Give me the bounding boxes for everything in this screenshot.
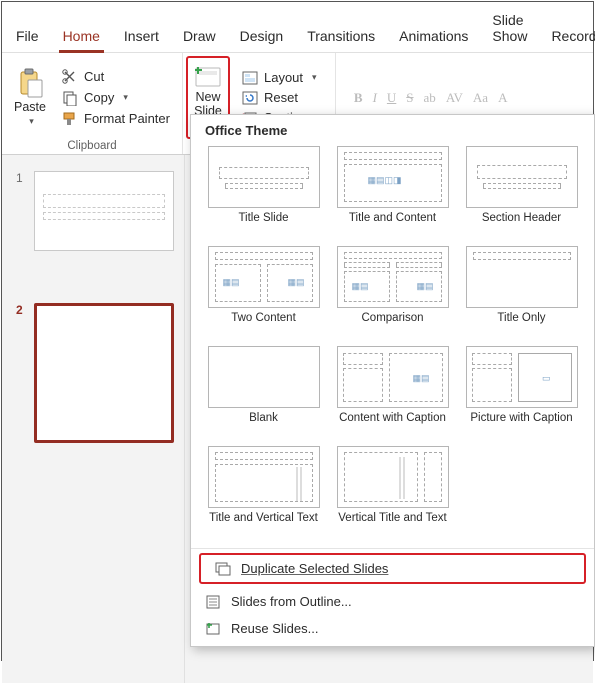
- layout-vtitle-text[interactable]: [337, 446, 449, 508]
- underline-button[interactable]: U: [387, 90, 396, 106]
- chevron-down-icon: ▾: [312, 72, 317, 83]
- layout-label: Title Only: [497, 312, 545, 340]
- menu-draw[interactable]: Draw: [171, 22, 228, 52]
- copy-button[interactable]: Copy ▾: [56, 88, 176, 108]
- group-label-clipboard: Clipboard: [8, 139, 176, 154]
- chevron-down-icon: ▾: [123, 92, 128, 103]
- menu-transitions[interactable]: Transitions: [295, 22, 387, 52]
- thumb-preview: [34, 171, 174, 251]
- layout-picture-caption[interactable]: ▭: [466, 346, 578, 408]
- menu-design[interactable]: Design: [228, 22, 296, 52]
- layout-button[interactable]: Layout ▾: [236, 68, 327, 87]
- menu-animations[interactable]: Animations: [387, 22, 480, 52]
- slide-thumbnails: 1 2: [2, 155, 185, 683]
- paste-label: Paste: [14, 100, 46, 114]
- shadow-button[interactable]: ab: [424, 90, 436, 106]
- menubar: File Home Insert Draw Design Transitions…: [2, 2, 593, 53]
- reuse-slides-action[interactable]: Reuse Slides...: [191, 615, 594, 646]
- layout-icon: [242, 71, 258, 85]
- change-case-button[interactable]: Aa: [473, 90, 488, 106]
- format-painter-label: Format Painter: [84, 111, 170, 126]
- paste-icon: [17, 68, 43, 98]
- reset-label: Reset: [264, 90, 298, 105]
- layout-label: Comparison: [362, 312, 424, 340]
- layout-label: Two Content: [231, 312, 296, 340]
- layout-grid: Title Slide ▦▤◫◨ Title and Content Secti…: [191, 142, 594, 540]
- layout-two-content[interactable]: ▦▤ ▦▤: [208, 246, 320, 308]
- new-slide-flyout: Office Theme Title Slide ▦▤◫◨ Title and …: [190, 114, 595, 647]
- copy-icon: [62, 90, 78, 106]
- layout-label: Title and Vertical Text: [209, 512, 318, 540]
- layout-label: Section Header: [482, 212, 561, 240]
- menu-record[interactable]: Record: [539, 22, 595, 52]
- cut-label: Cut: [84, 69, 104, 84]
- layout-label: Title and Content: [349, 212, 436, 240]
- menu-slideshow[interactable]: Slide Show: [480, 6, 539, 52]
- outline-label: Slides from Outline...: [231, 594, 352, 609]
- layout-title-vtext[interactable]: [208, 446, 320, 508]
- chevron-down-icon: ▾: [29, 114, 34, 128]
- reuse-label: Reuse Slides...: [231, 621, 318, 636]
- paintbrush-icon: [62, 111, 78, 127]
- scissors-icon: [62, 69, 78, 85]
- char-spacing-button[interactable]: AV: [446, 90, 463, 106]
- reuse-icon: [205, 622, 221, 636]
- layout-content-caption[interactable]: ▦▤: [337, 346, 449, 408]
- layout-section-header[interactable]: [466, 146, 578, 208]
- layout-comparison[interactable]: ▦▤ ▦▤: [337, 246, 449, 308]
- strike-button[interactable]: S: [406, 90, 413, 106]
- slide-thumb-2[interactable]: 2: [2, 297, 184, 449]
- layout-label: Title Slide: [238, 212, 288, 240]
- format-painter-button[interactable]: Format Painter: [56, 109, 176, 129]
- paste-button[interactable]: Paste ▾: [8, 56, 52, 139]
- italic-button[interactable]: I: [373, 90, 377, 106]
- duplicate-icon: [215, 562, 231, 576]
- cut-button[interactable]: Cut: [56, 67, 176, 87]
- reset-button[interactable]: Reset: [236, 88, 327, 107]
- layout-title-slide[interactable]: [208, 146, 320, 208]
- thumb-number: 2: [16, 303, 26, 317]
- bold-button[interactable]: B: [354, 90, 363, 106]
- font-color-button[interactable]: A: [498, 90, 507, 106]
- duplicate-slides-action[interactable]: Duplicate Selected Slides: [201, 555, 584, 582]
- new-slide-icon: [194, 64, 222, 88]
- menu-insert[interactable]: Insert: [112, 22, 171, 52]
- slides-from-outline-action[interactable]: Slides from Outline...: [191, 588, 594, 615]
- layout-label: Blank: [249, 412, 278, 440]
- group-clipboard: Paste ▾ Cut Copy ▾: [2, 53, 183, 154]
- layout-label: Vertical Title and Text: [338, 512, 446, 540]
- menu-home[interactable]: Home: [51, 22, 112, 52]
- layout-blank[interactable]: [208, 346, 320, 408]
- reset-icon: [242, 91, 258, 105]
- layout-title-content[interactable]: ▦▤◫◨: [337, 146, 449, 208]
- copy-label: Copy: [84, 90, 114, 105]
- slide-thumb-1[interactable]: 1: [2, 165, 184, 257]
- thumb-preview: [34, 303, 174, 443]
- menu-file[interactable]: File: [4, 22, 51, 52]
- layout-title-only[interactable]: [466, 246, 578, 308]
- duplicate-label: Duplicate Selected Slides: [241, 561, 388, 576]
- thumb-number: 1: [16, 171, 26, 185]
- flyout-header: Office Theme: [191, 115, 594, 142]
- layout-label: Layout: [264, 70, 303, 85]
- layout-label: Picture with Caption: [470, 412, 572, 440]
- layout-label: Content with Caption: [339, 412, 446, 440]
- outline-icon: [205, 595, 221, 609]
